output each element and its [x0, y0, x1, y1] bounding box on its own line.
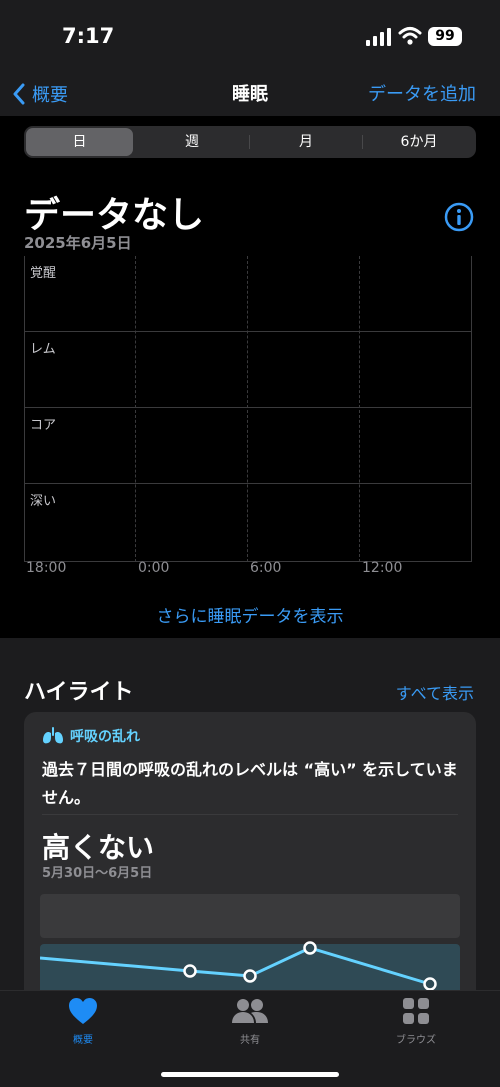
chart-band-high [40, 894, 460, 938]
chart-gridline [24, 483, 472, 484]
segment-day[interactable]: 日 [26, 128, 133, 156]
card-description: 過去７日間の呼吸の乱れのレベルは “高い” を示していません。 [42, 760, 458, 807]
chart-gridline [247, 256, 248, 562]
segment-month[interactable]: 月 [251, 128, 361, 156]
data-point [303, 941, 317, 955]
chart-gridline [24, 331, 472, 332]
sleep-stage-chart: 覚醒 レム コア 深い 18:00 0:00 6:00 12:00 [24, 256, 472, 576]
summary-date: 2025年6月5日 [24, 234, 132, 252]
chart-gridline [135, 256, 136, 562]
card-divider [42, 814, 458, 815]
sleep-summary-section: 日 週 月 6か月 データなし 2025年6月5日 覚醒 レム コア 深い 18… [0, 116, 500, 638]
stage-label-awake: 覚醒 [30, 266, 57, 281]
battery-indicator: 99 [428, 27, 462, 46]
chart-gridline [24, 256, 25, 562]
segment-divider [249, 135, 250, 149]
segment-divider [362, 135, 363, 149]
home-indicator[interactable] [161, 1072, 339, 1077]
segment-six-months[interactable]: 6か月 [364, 128, 474, 156]
cellular-signal-icon [366, 28, 391, 46]
tab-browse[interactable]: ブラウズ [356, 997, 476, 1046]
status-time: 7:17 [62, 24, 115, 48]
wifi-icon [398, 27, 422, 45]
tab-label: ブラウズ [396, 1035, 436, 1046]
x-tick-label: 12:00 [362, 560, 403, 576]
data-point [243, 969, 257, 983]
people-icon [232, 999, 268, 1023]
x-tick-label: 6:00 [250, 560, 282, 576]
stage-label-core: コア [30, 418, 57, 433]
tab-label: 概要 [73, 1035, 93, 1046]
show-more-sleep-data-link[interactable]: さらに睡眠データを表示 [0, 602, 500, 627]
lungs-icon [43, 727, 63, 744]
highlights-title: ハイライト [24, 680, 134, 705]
nav-bar: 概要 睡眠 データを追加 [0, 72, 500, 116]
chart-gridline [359, 256, 360, 562]
breathing-disturbance-card[interactable]: 呼吸の乱れ 過去７日間の呼吸の乱れのレベルは “高い” を示していません。 高く… [24, 712, 476, 1012]
add-data-button[interactable]: データを追加 [368, 80, 476, 106]
card-category: 呼吸の乱れ [70, 729, 140, 745]
tab-sharing[interactable]: 共有 [190, 997, 310, 1046]
show-all-button[interactable]: すべて表示 [396, 680, 474, 704]
stage-label-rem: レム [30, 342, 56, 357]
stage-label-deep: 深い [30, 494, 57, 509]
info-icon[interactable] [444, 202, 474, 232]
data-point [423, 977, 437, 991]
grid-icon [403, 998, 429, 1024]
card-header: 呼吸の乱れ [42, 726, 140, 746]
status-bar: 7:17 99 [0, 0, 500, 72]
chart-gridline [24, 561, 472, 562]
chart-gridline [471, 256, 472, 562]
card-value: 高くない [42, 831, 155, 864]
x-tick-label: 0:00 [138, 560, 170, 576]
tab-summary[interactable]: 概要 [23, 997, 143, 1046]
chart-gridline [24, 407, 472, 408]
period-segmented-control: 日 週 月 6か月 [24, 126, 476, 158]
summary-title: データなし [24, 195, 205, 236]
x-tick-label: 18:00 [26, 560, 67, 576]
segment-week[interactable]: 週 [137, 128, 247, 156]
tab-label: 共有 [240, 1035, 260, 1046]
heart-icon [69, 998, 97, 1024]
card-date-range: 5月30日〜6月5日 [42, 866, 153, 881]
data-point [183, 964, 197, 978]
